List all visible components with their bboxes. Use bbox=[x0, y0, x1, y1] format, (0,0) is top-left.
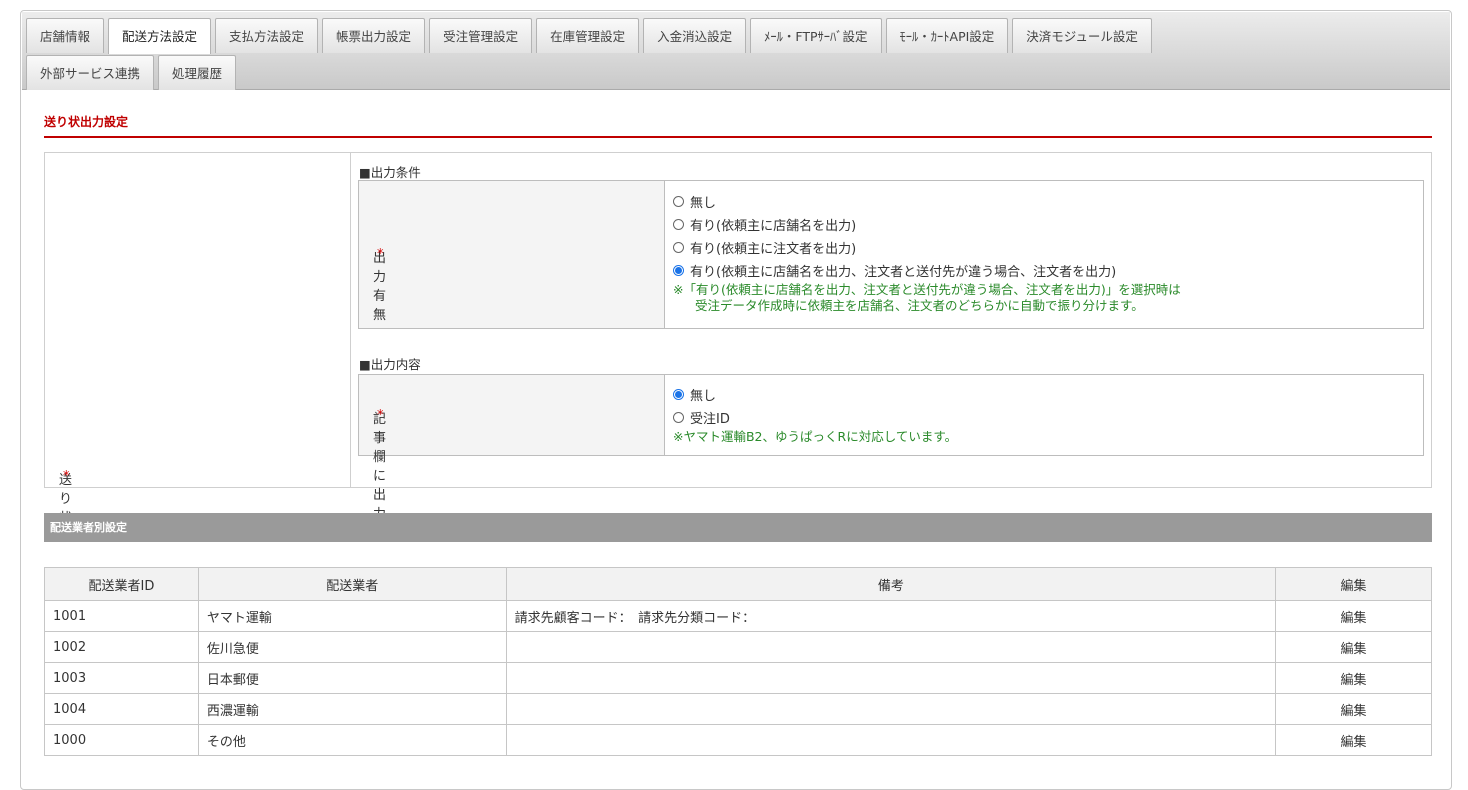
section-title: 送り状出力設定 bbox=[44, 115, 129, 129]
note-line-1: ※「有り(依頼主に店舗名を出力、注文者と送付先が違う場合、注文者を出力)」を選択… bbox=[673, 282, 1181, 297]
radio-button[interactable] bbox=[673, 242, 684, 253]
carrier-name-cell: 佐川急便 bbox=[197, 631, 507, 663]
carrier-name-cell: 日本郵便 bbox=[197, 662, 507, 694]
edit-link[interactable]: 編集 bbox=[1341, 673, 1367, 688]
output-presence-options: 無し 有り(依頼主に店舗名を出力) 有り(依頼主に注文者を出力) 有り(依頼主に… bbox=[673, 190, 1181, 314]
output-condition-heading: ■出力条件 bbox=[359, 165, 421, 180]
column-header-edit: 編集 bbox=[1275, 567, 1432, 601]
table-header-row: 配送業者ID 配送業者 備考 編集 bbox=[44, 567, 1432, 601]
radio-button[interactable] bbox=[673, 219, 684, 230]
output-condition-box: 出力有無 * 無し 有り(依頼主に店舗名を出力) 有り(依頼主に注文者を出力) 有… bbox=[358, 180, 1424, 329]
memo-output-options: 無し 受注ID ※ヤマト運輸B2、ゆうぱっくRに対応しています。 bbox=[673, 383, 957, 445]
radio-button[interactable] bbox=[673, 412, 684, 423]
option-label: 有り(依頼主に注文者を出力) bbox=[690, 242, 857, 257]
edit-link[interactable]: 編集 bbox=[1341, 704, 1367, 719]
carrier-table: 配送業者ID 配送業者 備考 編集 1001 ヤマト運輸 請求先顧客コード： 請… bbox=[44, 567, 1432, 756]
output-content-label-cell: 記事欄に出力* bbox=[359, 375, 665, 522]
tab-store-info[interactable]: 店舗情報 bbox=[26, 18, 105, 53]
column-header-note: 備考 bbox=[505, 567, 1277, 601]
option-label: 無し bbox=[690, 389, 717, 404]
radio-option-none[interactable]: 無し bbox=[673, 190, 1181, 213]
edit-cell: 編集 bbox=[1275, 631, 1432, 663]
radio-button-checked[interactable] bbox=[673, 265, 684, 276]
output-condition-note: ※「有り(依頼主に店舗名を出力、注文者と送付先が違う場合、注文者を出力)」を選択… bbox=[673, 282, 1181, 314]
edit-link[interactable]: 編集 bbox=[1341, 642, 1367, 657]
table-row: 1002 佐川急便 編集 bbox=[44, 631, 1432, 663]
required-mark: * bbox=[63, 469, 70, 484]
carrier-name-cell: ヤマト運輸 bbox=[197, 600, 507, 632]
radio-option-store-or-orderer[interactable]: 有り(依頼主に店舗名を出力、注文者と送付先が違う場合、注文者を出力) bbox=[673, 259, 1181, 282]
tab-order-management[interactable]: 受注管理設定 bbox=[429, 18, 533, 53]
carrier-note-cell bbox=[505, 724, 1277, 756]
column-header-carrier: 配送業者 bbox=[197, 567, 507, 601]
carrier-id-cell: 1002 bbox=[44, 631, 199, 663]
edit-cell: 編集 bbox=[1275, 693, 1432, 725]
tab-external-services[interactable]: 外部サービス連携 bbox=[26, 55, 155, 90]
option-label: 無し bbox=[690, 196, 717, 211]
edit-link[interactable]: 編集 bbox=[1341, 735, 1367, 750]
output-condition-label-cell: 出力有無 * bbox=[359, 181, 665, 328]
tab-inventory-management[interactable]: 在庫管理設定 bbox=[536, 18, 640, 53]
edit-link[interactable]: 編集 bbox=[1341, 611, 1367, 626]
memo-output-label: 記事欄に出力 bbox=[373, 412, 387, 522]
option-label: 受注ID bbox=[690, 412, 730, 427]
carrier-note-cell bbox=[505, 693, 1277, 725]
table-row: 1004 西濃運輸 編集 bbox=[44, 693, 1432, 725]
section-divider bbox=[44, 136, 1432, 138]
output-content-box: 記事欄に出力* 無し 受注ID ※ヤマト運輸B2、ゆうぱっくRに対応しています。 bbox=[358, 374, 1424, 522]
tab-payment-module[interactable]: 決済モジュール設定 bbox=[1012, 18, 1152, 53]
invoice-label-cell: 送り状* bbox=[45, 153, 351, 526]
carrier-name-cell: 西濃運輸 bbox=[197, 693, 507, 725]
tab-mall-cart-api[interactable]: ﾓｰﾙ・ｶｰﾄAPI設定 bbox=[885, 18, 1009, 53]
column-header-carrier-id: 配送業者ID bbox=[44, 567, 199, 601]
option-label: 有り(依頼主に店舗名を出力、注文者と送付先が違う場合、注文者を出力) bbox=[690, 265, 1117, 280]
carrier-note-cell: 請求先顧客コード： 請求先分類コード： bbox=[505, 600, 1277, 632]
option-label: 有り(依頼主に店舗名を出力) bbox=[690, 219, 857, 234]
carrier-settings-header: 配送業者別設定 bbox=[44, 513, 1432, 542]
carrier-id-cell: 1001 bbox=[44, 600, 199, 632]
tab-payment-reconciliation[interactable]: 入金消込設定 bbox=[643, 18, 747, 53]
tab-payment-method[interactable]: 支払方法設定 bbox=[215, 18, 319, 53]
edit-cell: 編集 bbox=[1275, 662, 1432, 694]
note-line-2: 受注データ作成時に依頼主を店舗名、注文者のどちらかに自動で振り分けます。 bbox=[695, 298, 1144, 313]
required-mark: * bbox=[377, 408, 384, 423]
radio-option-orderer[interactable]: 有り(依頼主に注文者を出力) bbox=[673, 236, 1181, 259]
invoice-settings-block: 送り状* ■出力条件 出力有無* 無し 有り(依頼主に店舗名を出力) 有り(依頼… bbox=[44, 152, 1432, 526]
output-content-note: ※ヤマト運輸B2、ゆうぱっくRに対応しています。 bbox=[673, 429, 958, 444]
carrier-note-cell bbox=[505, 631, 1277, 663]
tab-mail-ftp-server[interactable]: ﾒｰﾙ・FTPｻｰﾊﾞ設定 bbox=[750, 18, 882, 53]
carrier-id-cell: 1000 bbox=[44, 724, 199, 756]
table-row: 1000 その他 編集 bbox=[44, 724, 1432, 756]
radio-option-order-id[interactable]: 受注ID bbox=[673, 406, 957, 429]
carrier-name-cell: その他 bbox=[197, 724, 507, 756]
required-mark: * bbox=[377, 247, 384, 262]
tab-row-1: 店舗情報 配送方法設定 支払方法設定 帳票出力設定 受注管理設定 在庫管理設定 … bbox=[26, 18, 1152, 54]
tab-process-history[interactable]: 処理履歴 bbox=[158, 55, 237, 90]
edit-cell: 編集 bbox=[1275, 600, 1432, 632]
edit-cell: 編集 bbox=[1275, 724, 1432, 756]
tab-row-2: 外部サービス連携 処理履歴 bbox=[26, 55, 237, 90]
radio-button-checked[interactable] bbox=[673, 389, 684, 400]
tab-form-output[interactable]: 帳票出力設定 bbox=[322, 18, 426, 53]
carrier-note-cell bbox=[505, 662, 1277, 694]
radio-button[interactable] bbox=[673, 196, 684, 207]
radio-option-store-name[interactable]: 有り(依頼主に店舗名を出力) bbox=[673, 213, 1181, 236]
table-row: 1003 日本郵便 編集 bbox=[44, 662, 1432, 694]
output-content-heading: ■出力内容 bbox=[359, 357, 421, 372]
tab-delivery-method[interactable]: 配送方法設定 bbox=[108, 18, 212, 54]
table-row: 1001 ヤマト運輸 請求先顧客コード： 請求先分類コード： 編集 bbox=[44, 600, 1432, 632]
carrier-id-cell: 1003 bbox=[44, 662, 199, 694]
carrier-id-cell: 1004 bbox=[44, 693, 199, 725]
radio-option-memo-none[interactable]: 無し bbox=[673, 383, 957, 406]
settings-tab-bar: 店舗情報 配送方法設定 支払方法設定 帳票出力設定 受注管理設定 在庫管理設定 … bbox=[22, 12, 1450, 90]
